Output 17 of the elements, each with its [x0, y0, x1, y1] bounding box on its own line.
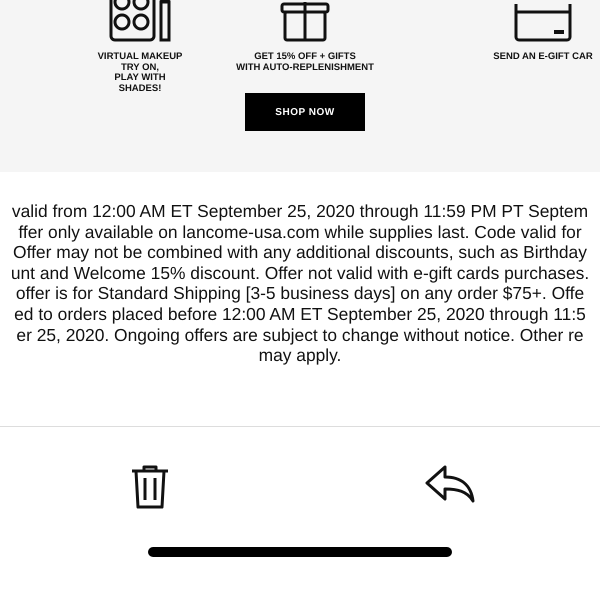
makeup-palette-icon [109, 0, 171, 42]
terms-text: Offer may not be combined with any additional discounts, such as Birthday [13, 242, 587, 263]
shop-now-button[interactable]: SHOP NOW [245, 93, 365, 131]
reply-icon[interactable] [425, 465, 475, 503]
terms-text: valid from 12:00 AM ET September 25, 2020 through 11:59 PM PT Septem [12, 201, 588, 222]
terms-text: unt and Welcome 15% discount. Offer not valid with e-gift cards purchases. [10, 262, 590, 284]
terms-text: er 25, 2020. Ongoing offers are subject to change without notice. Other re [16, 324, 584, 346]
feature-label: SEND AN E-GIFT CAR [493, 52, 593, 62]
terms-text: offer is for Standard Shipping [3-5 business days] on any order $75+. Offe [16, 283, 584, 304]
credit-card-icon [514, 4, 572, 42]
trash-icon[interactable] [130, 465, 170, 509]
terms-text: ed to orders placed before 12:00 AM ET September 25, 2020 through 11:5 [14, 304, 586, 325]
gift-icon [280, 2, 330, 42]
terms-text: may apply. [258, 345, 342, 366]
feature-label: VIRTUAL MAKEUP TRY ON, PLAY WITH SHADES! [98, 52, 182, 94]
terms-text: ffer only available on lancome-usa.com while supplies last. Code valid for [18, 222, 582, 242]
feature-label: GET 15% OFF + GIFTS WITH AUTO-REPLENISHMENT [236, 52, 374, 73]
